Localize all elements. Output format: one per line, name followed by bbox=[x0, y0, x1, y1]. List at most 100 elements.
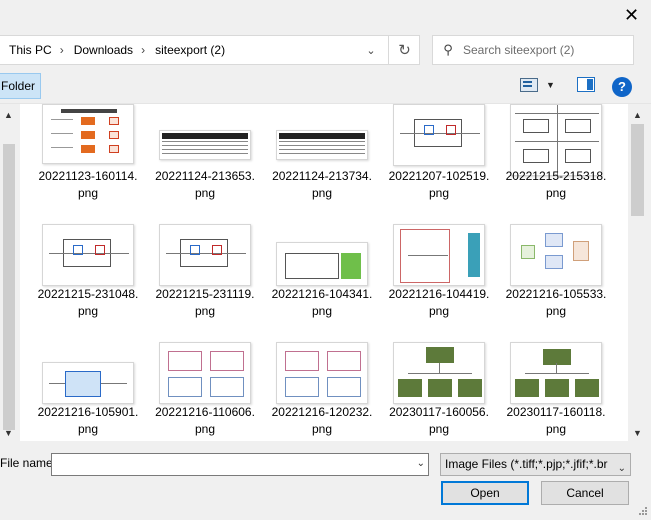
file-item[interactable]: 20221216-120232. png bbox=[266, 340, 378, 441]
thumbnail-detail bbox=[279, 141, 365, 142]
thumbnail-detail bbox=[162, 153, 248, 154]
file-item[interactable]: 20221216-105901. png bbox=[32, 340, 144, 441]
file-item[interactable]: 20230117-160118. png bbox=[500, 340, 612, 441]
thumbnail-detail bbox=[73, 245, 83, 255]
thumbnail-detail bbox=[210, 377, 244, 397]
file-extension-text: png bbox=[545, 304, 567, 318]
file-name-text: 20221216-104419. bbox=[388, 287, 490, 301]
file-name-text: 20221124-213653. bbox=[155, 169, 255, 183]
file-type-select[interactable]: Image Files (*.tiff;*.pjp;*.jfif;*.br ⌄ bbox=[440, 453, 631, 476]
thumbnail-detail bbox=[162, 141, 248, 142]
thumbnail-detail bbox=[279, 145, 365, 146]
navigation-pane[interactable]: ▲ ▼ bbox=[0, 104, 18, 441]
scroll-down-icon[interactable]: ▼ bbox=[633, 428, 642, 438]
file-item[interactable]: 20230117-160056. png bbox=[383, 340, 495, 441]
file-item[interactable]: 20221216-105533. png bbox=[500, 222, 612, 330]
close-button[interactable]: ✕ bbox=[612, 0, 651, 30]
file-thumbnail bbox=[159, 130, 251, 160]
breadcrumb-downloads[interactable]: Downloads bbox=[64, 43, 133, 57]
thumbnail-detail bbox=[446, 125, 456, 135]
file-item[interactable]: 20221124-213734. png bbox=[266, 104, 378, 212]
file-thumbnail bbox=[42, 104, 134, 164]
file-item[interactable]: 20221124-213653. png bbox=[149, 104, 261, 212]
thumbnail-detail bbox=[565, 149, 591, 163]
file-item[interactable]: 20221215-231048. png bbox=[32, 222, 144, 330]
file-name-text: 20221216-104341. bbox=[271, 287, 373, 301]
thumbnail-detail bbox=[212, 245, 222, 255]
file-thumbnail bbox=[393, 342, 485, 404]
file-name-text: 20221215-231048. bbox=[37, 287, 139, 301]
thumbnail-detail bbox=[162, 149, 248, 150]
search-icon: ⚲ bbox=[443, 42, 453, 57]
thumbnail-detail bbox=[521, 245, 535, 259]
refresh-button[interactable]: ↻ bbox=[388, 36, 420, 64]
file-extension-text: png bbox=[194, 304, 216, 318]
thumbnail-detail bbox=[101, 383, 127, 384]
file-name-input[interactable]: ⌄ bbox=[51, 453, 429, 476]
thumbnail-detail bbox=[426, 347, 454, 363]
file-item[interactable]: 20221215-215318. png bbox=[500, 104, 612, 212]
breadcrumb-this-pc[interactable]: This PC bbox=[0, 43, 52, 57]
thumbnail-detail bbox=[109, 117, 119, 125]
thumbnail-detail bbox=[515, 141, 599, 142]
nav-scroll-down-icon[interactable]: ▼ bbox=[4, 428, 13, 438]
file-item[interactable]: 20221216-104341. png bbox=[266, 222, 378, 330]
thumbnail-detail bbox=[398, 379, 422, 397]
change-view-icon[interactable] bbox=[520, 78, 538, 92]
file-list[interactable]: 20221123-160114. png 20221124-213653. png 20… bbox=[20, 104, 628, 441]
file-extension-text: png bbox=[194, 422, 216, 436]
thumbnail-detail bbox=[341, 253, 361, 279]
file-name-dropdown-icon[interactable]: ⌄ bbox=[417, 458, 425, 469]
thumbnail-detail bbox=[565, 119, 591, 133]
file-thumbnail bbox=[276, 242, 368, 286]
file-thumbnail bbox=[393, 224, 485, 286]
scrollbar-thumb[interactable] bbox=[631, 124, 644, 216]
thumbnail-detail bbox=[109, 145, 119, 153]
file-item[interactable]: 20221216-110606. png bbox=[149, 340, 261, 441]
thumbnail-detail bbox=[49, 253, 129, 254]
thumbnail-detail bbox=[575, 379, 599, 397]
thumbnail-detail bbox=[51, 133, 73, 134]
nav-scroll-up-icon[interactable]: ▲ bbox=[4, 110, 13, 120]
thumbnail-detail bbox=[279, 133, 365, 139]
breadcrumb-siteexport[interactable]: siteexport (2) bbox=[145, 43, 225, 57]
file-list-scrollbar[interactable]: ▲ ▼ bbox=[629, 104, 646, 441]
help-icon[interactable]: ? bbox=[612, 77, 632, 97]
file-item[interactable]: 20221207-102519. png bbox=[383, 104, 495, 212]
file-extension-text: png bbox=[77, 422, 99, 436]
file-name-text: 20230117-160056. bbox=[389, 405, 489, 419]
thumbnail-detail bbox=[556, 363, 557, 373]
thumbnail-detail bbox=[81, 117, 95, 125]
thumbnail-detail bbox=[543, 349, 571, 365]
thumbnail-detail bbox=[168, 377, 202, 397]
open-button[interactable]: Open bbox=[441, 481, 529, 505]
preview-pane-icon[interactable] bbox=[577, 77, 595, 92]
breadcrumb-separator: › bbox=[59, 43, 64, 57]
search-input[interactable] bbox=[463, 43, 628, 57]
thumbnail-detail bbox=[279, 153, 365, 154]
file-thumbnail bbox=[510, 342, 602, 404]
thumbnail-detail bbox=[573, 241, 589, 261]
scroll-up-icon[interactable]: ▲ bbox=[633, 110, 642, 120]
file-name-text: 20221216-110606. bbox=[155, 405, 255, 419]
file-item[interactable]: 20221123-160114. png bbox=[32, 104, 144, 212]
thumbnail-detail bbox=[190, 245, 200, 255]
file-thumbnail bbox=[42, 224, 134, 286]
file-item[interactable]: 20221216-104419. png bbox=[383, 222, 495, 330]
thumbnail-detail bbox=[285, 351, 319, 371]
thumbnail-detail bbox=[327, 377, 361, 397]
nav-scrollbar-thumb[interactable] bbox=[3, 144, 15, 430]
cancel-button[interactable]: Cancel bbox=[541, 481, 629, 505]
address-bar[interactable]: This PC › Downloads › siteexport (2) ⌄ ↻ bbox=[0, 35, 420, 65]
thumbnail-detail bbox=[525, 373, 589, 374]
search-box[interactable]: ⚲ bbox=[432, 35, 634, 65]
file-name-label: File name: bbox=[0, 456, 57, 470]
thumbnail-detail bbox=[545, 379, 569, 397]
resize-grip-icon[interactable] bbox=[636, 506, 648, 518]
thumbnail-detail bbox=[408, 373, 472, 374]
address-dropdown-icon[interactable]: ⌄ bbox=[361, 36, 381, 64]
file-item[interactable]: 20221215-231119. png bbox=[149, 222, 261, 330]
view-options-dropdown-icon[interactable]: ▼ bbox=[546, 80, 555, 90]
new-folder-button[interactable]: Folder bbox=[0, 73, 41, 99]
file-type-dropdown-icon[interactable]: ⌄ bbox=[618, 458, 626, 475]
